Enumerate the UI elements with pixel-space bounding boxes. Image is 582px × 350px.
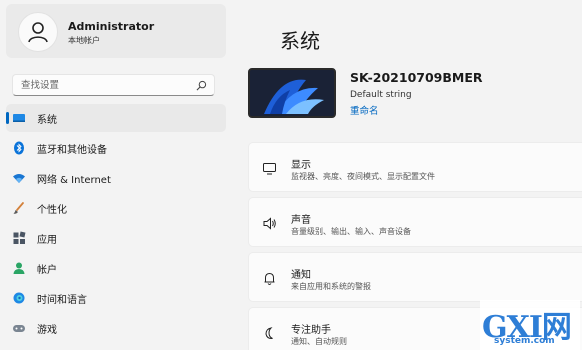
sidebar-item-gaming[interactable]: 游戏 (6, 314, 226, 342)
windows-bloom-wallpaper (250, 70, 334, 116)
search-input[interactable] (21, 78, 191, 93)
bluetooth-icon (14, 141, 24, 155)
gamepad-icon (13, 325, 25, 332)
sidebar-item-label: 蓝牙和其他设备 (37, 145, 107, 156)
sidebar-item-label: 游戏 (37, 325, 57, 336)
main-content: 系统 SK-20210709BMER Default string 重命名 显示… (232, 0, 582, 350)
card-subtitle: 监视器、亮度、夜间模式、显示配置文件 (291, 172, 435, 181)
sidebar-item-label: 应用 (37, 235, 57, 246)
search-icon[interactable] (196, 80, 207, 91)
person-avatar-icon (28, 22, 48, 43)
account-name: Administrator (68, 20, 155, 33)
sidebar-item-system[interactable]: 系统 (6, 104, 226, 132)
card-title: 显示 (291, 160, 311, 171)
sidebar-item-label: 个性化 (37, 205, 67, 216)
device-description: Default string (350, 90, 412, 100)
sidebar-item-accounts[interactable]: 帐户 (6, 254, 226, 282)
card-subtitle: 来自应用和系统的警报 (291, 282, 371, 291)
sidebar-item-time-language[interactable]: 时间和语言 (6, 284, 226, 312)
watermark-url: system.com (494, 336, 555, 346)
moon-icon (265, 327, 273, 340)
page-title: 系统 (280, 29, 320, 53)
card-notifications[interactable]: 通知 来自应用和系统的警报 (248, 252, 582, 302)
card-subtitle: 通知、自动规则 (291, 337, 347, 346)
card-title: 声音 (291, 215, 311, 226)
active-indicator (6, 112, 9, 124)
globe-icon (13, 292, 25, 304)
person-icon (13, 262, 25, 274)
device-thumbnail (248, 68, 336, 118)
watermark-logo: GXI网 system.com (480, 300, 580, 350)
sidebar: Administrator 本地帐户 系统 蓝牙和其他设备 网络 & Inter… (0, 0, 232, 350)
apps-icon (13, 231, 26, 244)
brush-icon (13, 202, 24, 214)
account-card[interactable]: Administrator 本地帐户 (6, 4, 226, 58)
card-sound[interactable]: 声音 音量级别、输出、输入、声音设备 (248, 197, 582, 247)
sidebar-item-label: 系统 (37, 115, 57, 126)
sidebar-item-label: 网络 & Internet (37, 175, 111, 186)
card-subtitle: 音量级别、输出、输入、声音设备 (291, 227, 411, 236)
speaker-icon (263, 217, 276, 230)
display-icon (263, 163, 276, 175)
sidebar-item-label: 时间和语言 (37, 295, 87, 306)
bell-icon (264, 272, 275, 285)
card-title: 专注助手 (291, 325, 331, 336)
wifi-icon (13, 174, 25, 183)
device-name: SK-20210709BMER (350, 70, 483, 85)
sidebar-item-label: 帐户 (37, 265, 57, 276)
search-box[interactable] (12, 74, 215, 96)
card-display[interactable]: 显示 监视器、亮度、夜间模式、显示配置文件 (248, 142, 582, 192)
avatar[interactable] (18, 12, 58, 52)
account-type: 本地帐户 (68, 36, 100, 45)
rename-link[interactable]: 重命名 (350, 103, 379, 117)
monitor-icon (13, 114, 25, 122)
sidebar-item-apps[interactable]: 应用 (6, 224, 226, 252)
sidebar-item-personalization[interactable]: 个性化 (6, 194, 226, 222)
card-title: 通知 (291, 270, 311, 281)
sidebar-item-bluetooth[interactable]: 蓝牙和其他设备 (6, 134, 226, 162)
sidebar-item-network[interactable]: 网络 & Internet (6, 164, 226, 192)
